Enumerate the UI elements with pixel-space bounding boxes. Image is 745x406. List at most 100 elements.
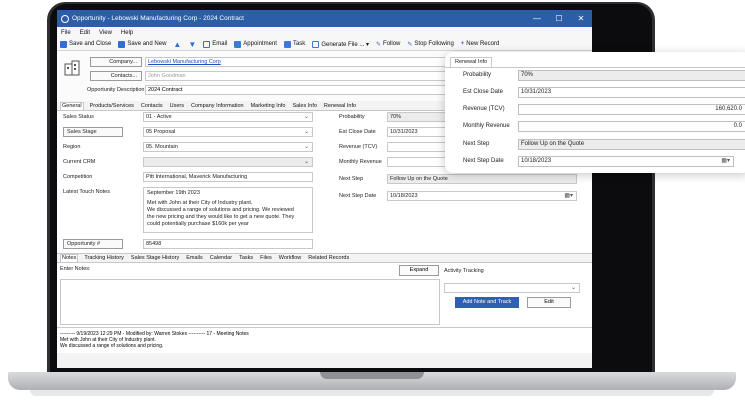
save-icon [60,40,67,48]
tab-general[interactable]: General [60,102,84,110]
menu-file[interactable]: File [61,30,71,36]
region-select[interactable]: 05. Mountain ⌄ [143,142,313,152]
tab-contacts[interactable]: Contacts [140,103,164,110]
opportunity-number-field[interactable]: 85498 [143,239,313,249]
email-button[interactable]: Email [203,40,227,48]
sales-status-select[interactable]: 01 - Active ⌄ [143,112,313,122]
calendar-picker-icon[interactable]: ▦▾ [721,157,730,166]
chevron-down-icon: ⌄ [303,159,309,165]
file-icon [312,40,320,48]
callout-next-step-field[interactable]: Follow Up on the Quote [518,139,745,150]
opportunity-number-button[interactable]: Opportunity # [63,239,123,249]
latest-touch-label: Latest Touch Notes [63,189,110,195]
minimize-button[interactable]: — [526,14,548,23]
menu-edit[interactable]: Edit [80,30,90,36]
edit-note-button[interactable]: Edit [527,297,571,308]
stop-following-button[interactable]: ✎ Stop Following [407,41,453,48]
tab-renewal-info[interactable]: Renewal Info [323,103,357,110]
region-label: Region [63,144,81,150]
close-button[interactable]: ✕ [570,14,592,23]
calendar-icon [234,40,242,48]
tab-related-records[interactable]: Related Records [307,255,350,262]
menu-help[interactable]: Help [121,30,133,36]
sales-stage-select[interactable]: 05 Proposal ⌄ [143,127,313,137]
sales-status-value: 01 - Active [146,114,172,120]
task-label: Task [292,41,306,47]
previous-record-button[interactable]: ▲ [173,40,181,49]
notes-input[interactable] [60,279,440,325]
region-value: 05. Mountain [146,144,178,150]
new-record-button[interactable]: + New Record [461,41,500,47]
next-record-button[interactable]: ▼ [188,40,196,49]
maximize-button[interactable]: ☐ [548,14,570,23]
latest-touch-notes[interactable]: September 19th 2023 Met with John at the… [143,187,313,233]
arrow-up-icon: ▲ [173,39,182,49]
chevron-down-icon: ⌄ [303,144,309,150]
tab-tracking-history[interactable]: Tracking History [83,255,125,262]
add-note-and-track-button[interactable]: Add Note and Track [455,297,519,308]
follow-icon: ✎ [376,41,382,48]
company-buildings-icon [64,60,80,76]
company-link[interactable]: Lebowski Manufacturing Corp [148,59,221,65]
probability-label: Probability [339,114,365,120]
toolbar: Save and Close Save and New ▲ ▼ Email Ap… [57,38,592,51]
stop-following-label: Stop Following [414,41,454,47]
activity-tracking-select[interactable]: ⌄ [444,283,580,293]
tab-sales-stage-history[interactable]: Sales Stage History [130,255,180,262]
competition-field[interactable]: Pitt International, Maverick Manufacturi… [143,172,313,182]
tab-company-information[interactable]: Company Information [190,103,245,110]
callout-monthly-revenue-field[interactable]: 0.0 [518,121,745,132]
activity-tracking-label: Activity Tracking [444,268,484,274]
callout-next-step-date-value: 10/18/2023 [521,158,552,164]
enter-notes-label: Enter Notes: [60,266,91,272]
task-button[interactable]: Task [283,40,306,48]
callout-divider [445,67,745,68]
app-icon [61,14,69,23]
sales-stage-value: 05 Proposal [146,129,176,135]
generate-file-button[interactable]: Generate File ... ▾ [312,40,369,48]
window-title: Opportunity - Lebowski Manufacturing Cor… [72,15,244,22]
appointment-button[interactable]: Appointment [234,40,277,48]
follow-label: Follow [383,41,401,47]
notes-history: --------- 9/19/2023 12:29 PM - Modified … [57,327,592,353]
sales-status-label: Sales Status [63,114,94,120]
save-and-close-label: Save and Close [69,41,112,47]
tab-tasks[interactable]: Tasks [238,255,254,262]
chevron-down-icon: ⌄ [570,285,576,291]
save-new-icon [118,40,126,48]
current-crm-select[interactable]: ⌄ [143,157,313,167]
callout-est-close-field[interactable]: 10/31/2023 [518,87,745,98]
tab-workflow[interactable]: Workflow [278,255,303,262]
tab-calendar[interactable]: Calendar [209,255,233,262]
next-step-label: Next Step [339,176,364,182]
sales-stage-button[interactable]: Sales Stage [63,127,123,137]
next-step-field[interactable]: Follow Up on the Quote [387,174,577,184]
laptop-shadow [30,390,714,396]
tab-emails[interactable]: Emails [185,255,204,262]
tab-files[interactable]: Files [259,255,273,262]
monthly-revenue-label: Monthly Revenue [339,159,382,165]
competition-label: Competition [63,174,93,180]
tab-marketing-info[interactable]: Marketing Info [250,103,287,110]
follow-button[interactable]: ✎ Follow [376,41,400,48]
save-and-close-button[interactable]: Save and Close [60,40,112,48]
tab-users[interactable]: Users [169,103,185,110]
expand-button[interactable]: Expand [399,265,439,276]
history-line: We discussed a range of solutions and pr… [60,343,164,349]
save-and-new-label: Save and New [127,41,167,47]
next-step-date-value: 10/18/2023 [390,193,418,199]
callout-probability-select[interactable]: 70% [518,70,745,81]
callout-next-step-date-field[interactable]: 10/18/2023 ▦▾ [518,156,734,167]
callout-revenue-field[interactable]: 160,620.0 [518,104,745,115]
next-step-date-field[interactable]: 10/18/2023 ▦▾ [387,191,577,201]
contacts-button[interactable]: Contacts... [90,71,142,81]
tab-notes[interactable]: Notes [60,254,79,262]
touch-line: Met with John at their City of Industry … [147,200,253,206]
calendar-picker-icon[interactable]: ▦▾ [564,192,573,200]
tab-sales-info[interactable]: Sales Info [291,103,317,110]
tab-products-services[interactable]: Products/Services [89,103,135,110]
tab-renewal-info-callout[interactable]: Renewal Info [450,57,493,67]
save-and-new-button[interactable]: Save and New [118,40,167,48]
menu-view[interactable]: View [99,30,112,36]
company-button[interactable]: Company... [90,57,142,67]
